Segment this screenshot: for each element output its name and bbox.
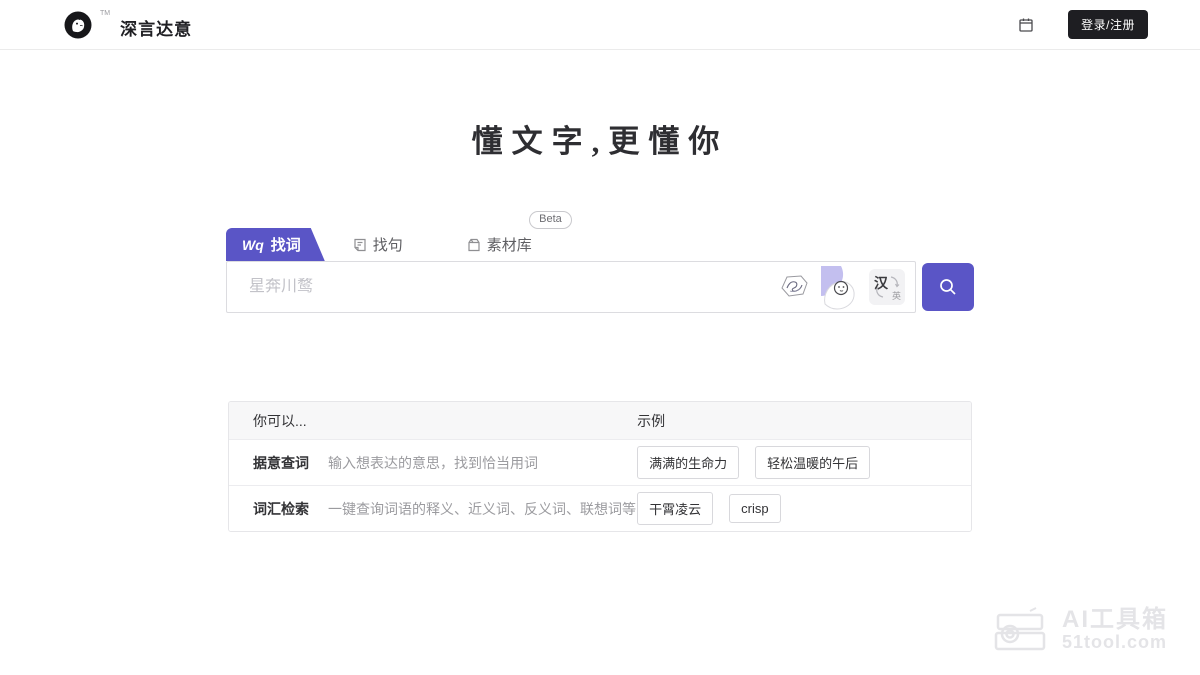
example-chip[interactable]: 满满的生命力 [637, 446, 739, 479]
watermark-robot-icon [994, 607, 1052, 653]
search-box: 汉 英 [226, 261, 916, 313]
feature-name: 据意查词 [253, 453, 309, 473]
top-navigation-bar: TM 深言达意 登录/注册 [0, 0, 1200, 50]
watermark-title: AI工具箱 [1062, 607, 1168, 633]
table-row: 据意查词 输入想表达的意思，找到恰当用词 满满的生命力 轻松温暖的午后 [229, 439, 971, 485]
example-chip[interactable]: crisp [729, 494, 780, 523]
examples-table: 你可以... 示例 据意查词 输入想表达的意思，找到恰当用词 满满的生命力 轻松… [228, 401, 972, 532]
calendar-icon[interactable] [1018, 17, 1034, 33]
page-title: 懂文字,更懂你 [0, 116, 1200, 161]
search-icon [938, 277, 958, 297]
tab-material-library-label: 素材库 [487, 234, 532, 255]
search-section: Wq 找词 找句 素材库 Beta [226, 227, 974, 313]
example-chip[interactable]: 轻松温暖的午后 [755, 446, 870, 479]
feature-description: 一键查询词语的释义、近义词、反义词、联想词等 [328, 499, 636, 519]
login-register-button[interactable]: 登录/注册 [1068, 10, 1148, 39]
wantwords-mark: Wq [242, 237, 264, 253]
header-examples: 示例 [637, 411, 971, 431]
table-header-row: 你可以... 示例 [229, 402, 971, 439]
toggle-chinese-label: 汉 [874, 273, 888, 293]
tab-find-word-label: 找词 [271, 234, 301, 255]
mascot-sticker-icon[interactable] [819, 264, 859, 310]
beta-badge: Beta [529, 211, 572, 229]
header-you-can: 你可以... [229, 411, 637, 431]
doodle-sketch-icon[interactable] [779, 274, 809, 300]
tab-find-sentence[interactable]: 找句 [339, 228, 417, 261]
brand[interactable]: TM 深言达意 [64, 9, 192, 40]
toggle-english-label: 英 [892, 289, 901, 302]
feature-name: 词汇检索 [253, 499, 309, 519]
tab-material-library[interactable]: 素材库 Beta [453, 228, 546, 261]
material-library-icon [467, 238, 481, 252]
chinese-english-toggle[interactable]: 汉 英 [869, 269, 905, 305]
tab-find-word[interactable]: Wq 找词 [226, 228, 325, 261]
tab-find-sentence-label: 找句 [373, 234, 403, 255]
brand-name: 深言达意 [120, 15, 192, 40]
table-row: 词汇检索 一键查询词语的释义、近义词、反义词、联想词等 干霄凌云 crisp [229, 485, 971, 531]
site-watermark: AI工具箱 51tool.com [994, 607, 1168, 653]
brand-logo-icon [64, 11, 92, 39]
search-input[interactable] [227, 278, 779, 296]
sentence-document-icon [353, 238, 367, 252]
example-chip[interactable]: 干霄凌云 [637, 492, 713, 525]
watermark-domain: 51tool.com [1062, 633, 1168, 653]
feature-description: 输入想表达的意思，找到恰当用词 [328, 453, 538, 473]
search-button[interactable] [922, 263, 974, 311]
trademark-superscript: TM [100, 9, 110, 19]
